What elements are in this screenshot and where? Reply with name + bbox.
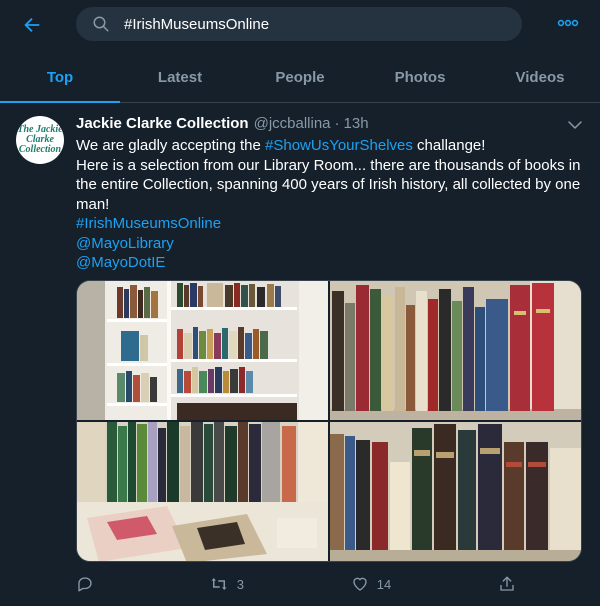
more-button[interactable] — [554, 9, 582, 37]
tweet[interactable]: The Jackie Clarke Collection Jackie Clar… — [0, 104, 600, 606]
tweet-photo-4[interactable] — [330, 422, 581, 561]
search-icon — [92, 14, 112, 34]
back-button[interactable] — [16, 9, 48, 41]
tweet-menu-button[interactable] — [566, 116, 584, 134]
tab-top[interactable]: Top — [0, 53, 120, 103]
avatar-logo-text: The Jackie Clarke Collection — [17, 124, 63, 155]
like-button[interactable]: 14 — [351, 575, 391, 593]
chevron-down-icon — [568, 121, 582, 129]
tweet-timestamp[interactable]: 13h — [344, 115, 369, 132]
hashtag-show-us-your-shelves[interactable]: #ShowUsYourShelves — [265, 137, 413, 154]
retweet-icon — [211, 578, 227, 590]
tab-photos[interactable]: Photos — [360, 53, 480, 102]
separator-dot: · — [334, 115, 340, 132]
author-name[interactable]: Jackie Clarke Collection — [76, 115, 249, 132]
tweet-photo-3[interactable] — [77, 422, 328, 561]
tweet-line-2: Here is a selection from our Library Roo… — [76, 156, 581, 213]
heart-icon — [353, 577, 367, 591]
mention-mayo-dot-ie[interactable]: @MayoDotIE — [76, 253, 586, 273]
tweet-photo-1[interactable] — [77, 281, 328, 420]
tweet-text: We are gladly accepting the #ShowUsYourS… — [76, 136, 586, 273]
search-box[interactable] — [76, 7, 522, 41]
reply-button[interactable] — [76, 575, 102, 593]
more-horizontal-icon — [557, 19, 579, 27]
tweet-line-1: We are gladly accepting the #ShowUsYourS… — [76, 137, 486, 154]
share-button[interactable] — [498, 575, 516, 593]
tab-people[interactable]: People — [240, 53, 360, 102]
tab-videos[interactable]: Videos — [480, 53, 600, 102]
hashtag-irish-museums-online[interactable]: #IrishMuseumsOnline — [76, 214, 586, 234]
mention-mayo-library[interactable]: @MayoLibrary — [76, 234, 586, 254]
reply-icon — [78, 577, 92, 592]
share-icon — [500, 576, 514, 591]
tweet-photo-2[interactable] — [330, 281, 581, 420]
tab-latest[interactable]: Latest — [120, 53, 240, 102]
retweet-count: 3 — [236, 576, 244, 592]
tweet-media-grid — [76, 280, 582, 562]
search-tabs: Top Latest People Photos Videos — [0, 53, 600, 103]
search-input[interactable] — [124, 15, 504, 33]
author-handle[interactable]: @jccballina — [254, 115, 331, 132]
avatar[interactable]: The Jackie Clarke Collection — [16, 116, 64, 164]
arrow-left-icon — [24, 17, 40, 33]
like-count: 14 — [376, 576, 392, 592]
top-bar — [0, 0, 600, 48]
tweet-actions: 3 14 — [76, 572, 516, 596]
retweet-button[interactable]: 3 — [209, 575, 244, 593]
tweet-header: Jackie Clarke Collection @jccballina · 1… — [76, 115, 369, 132]
